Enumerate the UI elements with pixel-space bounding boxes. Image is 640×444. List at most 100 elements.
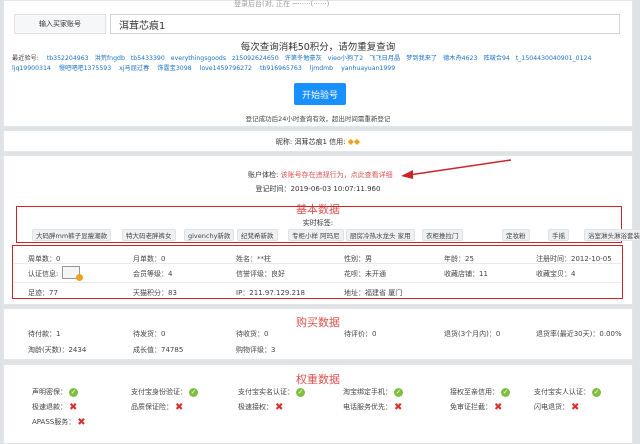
rights-panel: 权重数据 声明密保： ✓ 支付宝身份验证： ✓ 支付宝实名认证： ✓ 淘宝绑定手机： ✓ 接权至… [3,364,633,444]
recent-account-link[interactable]: ljmdmb [310,65,333,72]
rights-item-label: 支付宝身份验证： [131,388,187,396]
realtime-tag[interactable]: 特大码老胖裤女 [122,229,176,241]
realtime-tag[interactable]: 手摇 [548,229,569,241]
stat-cell: 收藏宝贝：4 [536,270,576,278]
stat-cell: 花呗：未开通 [344,270,386,278]
check-icon: ✓ [394,387,403,397]
recent-account-link[interactable]: 德木舟4623 [443,55,477,62]
check-icon: ✓ [592,387,601,397]
stat-cell: 待发货：0 [133,330,166,338]
cross-icon: ✖ [571,401,580,413]
diamond-icon: ◆◆ [347,137,361,146]
recent-account-link[interactable]: 许第冬勉豪灰 [285,55,322,62]
stat-cell: 退货(3个月内)：0 [444,330,501,338]
realtime-tag[interactable]: 衣柜推拉门 [422,229,463,241]
rights-item-label: 品质保证险： [131,403,173,411]
stat-cell: 淘龄(天数)：2434 [28,346,87,354]
rights-item-label: 支付宝实人认证： [534,388,590,396]
rights-item: 支付宝身份验证： ✓ [131,387,198,397]
buyer-account-input[interactable] [110,14,620,34]
rights-item: 闪电退货： ✖ [534,402,579,412]
recent-account-link[interactable]: 慢吧吧吧1375593 [59,65,111,72]
realtime-tag[interactable]: givenchy新款 [184,229,235,241]
realtime-tag[interactable]: 定妆粉 [502,229,530,241]
stat-cell: 会员等级：4 [133,270,173,278]
recent-account-link[interactable]: 飞飞日月晶 [369,55,400,62]
cross-icon: ✖ [69,401,78,413]
recent-account-link[interactable]: t_1504430040901_0124 [516,55,592,62]
stat-cell: 足迹：77 [28,289,58,297]
stat-cell: 待评价：0 [344,330,377,338]
divider [14,282,622,283]
red-arrow-annotation [401,159,512,179]
rights-item: 淘宝绑定手机： ✓ [343,387,403,397]
recent-account-link[interactable]: z15092624650 [232,55,279,62]
stat-cell: 天猫积分：83 [133,289,177,297]
recent-account-link[interactable]: xj马屈过春 [119,65,149,72]
recent-row-2: ljq19900314 慢吧吧吧1375593 xj马屈过春 饰霆宝3098 love1… [12,63,403,72]
cross-icon: ✖ [494,401,503,413]
recent-account-link[interactable]: tb5433390 [131,55,165,62]
account-status-link[interactable]: 该账号存在违规行为，点此查看详细 [281,171,393,179]
cross-icon: ✖ [275,401,284,413]
search-label: 输入买家账号 [39,20,81,28]
certificate-badge-icon [76,274,83,281]
stat-cell: 认证信息: [28,270,59,278]
rights-item: 极速退款： ✖ [32,402,77,412]
rights-item-label: 支付宝实名认证： [238,388,294,396]
recent-account-link[interactable]: tb916965763 [260,65,302,72]
start-verify-button[interactable]: 开始验号 [294,83,346,105]
recent-label: 最近验号: [12,55,39,62]
rights-item-label: 声明密保： [32,388,67,396]
rights-item-label: APASS服务： [32,418,76,426]
account-status-label: 账户体检: [248,171,279,179]
recent-account-link[interactable]: tb352204963 [47,55,89,62]
recent-account-link[interactable]: 阵啵合94 [483,55,509,62]
divider [14,263,622,264]
recent-account-link[interactable]: vieo小狗了2 [328,55,363,62]
purchase-title: 购买数据 [296,316,340,329]
rights-item: 支付宝实人认证： ✓ [534,387,601,397]
check-icon: ✓ [69,387,78,397]
search-label-box: 输入买家账号 [14,14,106,34]
realtime-tag[interactable]: 厨房冷热水龙头 家用 [346,229,415,241]
rights-item-label: 淘宝绑定手机： [343,388,392,396]
stat-cell: IP：211.97.129.218 [236,289,305,297]
basic-panel: 账户体检: 该账号存在违规行为，点此查看详细 登记时间：2019-06-03 1… [3,155,640,305]
purchase-panel: 购买数据 待付款：1 待发货：0 待收货：0 待评价：0 退货(3个月内)：0 退货率(最… [3,308,633,360]
tags-label: 实时标签: [302,219,334,227]
realtime-tag[interactable]: 专柜小样 阿玛尼 [288,229,344,241]
cost-note: 每次查询消耗50积分，请勿重复查询 [240,42,396,53]
check-icon: ✓ [296,387,305,397]
nick-value: 洱茸芯痕1 信用: [294,138,346,146]
recent-account-link[interactable]: yanhuayuan1999 [341,65,395,72]
stats-highlight-box [12,245,623,299]
recent-account-link[interactable]: 饰霆宝3098 [157,65,191,72]
realtime-tag[interactable]: 纪梵希新款 [237,229,278,241]
stat-cell: 购物评级：3 [236,346,276,354]
recent-account-link[interactable]: 洪荒fngdb [95,55,125,62]
certificate-icon[interactable] [62,266,83,281]
recent-account-link[interactable]: love1459796272 [200,65,252,72]
rights-item: 极速接权： ✖ [238,402,283,412]
check-icon: ✓ [501,387,510,397]
stat-cell: 待收货：0 [236,330,269,338]
recent-account-link[interactable]: 梦到我来了 [406,55,437,62]
top-cut-text: 登录后台(对, 正在 一·····(······) [234,0,330,8]
stat-cell: 待付款：1 [28,330,61,338]
recent-account-link[interactable]: everythingsgoods [171,55,226,62]
stat-cell: 成长值：74785 [133,346,184,354]
rights-item: 品质保证险： ✖ [131,402,183,412]
rights-item: 接权至亲信用： ✓ [450,387,510,397]
rights-title: 权重数据 [296,373,340,386]
rights-item-label: 极速接权： [238,403,273,411]
rights-item: APASS服务： ✖ [32,417,86,427]
realtime-tag[interactable]: 浴室淋头淋浴套装 [584,229,640,241]
recent-account-link[interactable]: ljq19900314 [12,65,51,72]
cross-icon: ✖ [77,416,86,428]
tags-row: 大码胖mm裤子显瘦潮款 特大码老胖裤女 givenchy新款 纪梵希新款 专柜小样 阿玛… [32,229,640,242]
login-note: 登记成功后24小时查询有效，超出时间需重新登记 [245,115,391,123]
rights-item-label: 接权至亲信用： [450,388,499,396]
stat-cell: 退货率(最近30天)：0.00% [536,330,622,338]
realtime-tag[interactable]: 大码胖mm裤子显瘦潮款 [32,229,112,241]
